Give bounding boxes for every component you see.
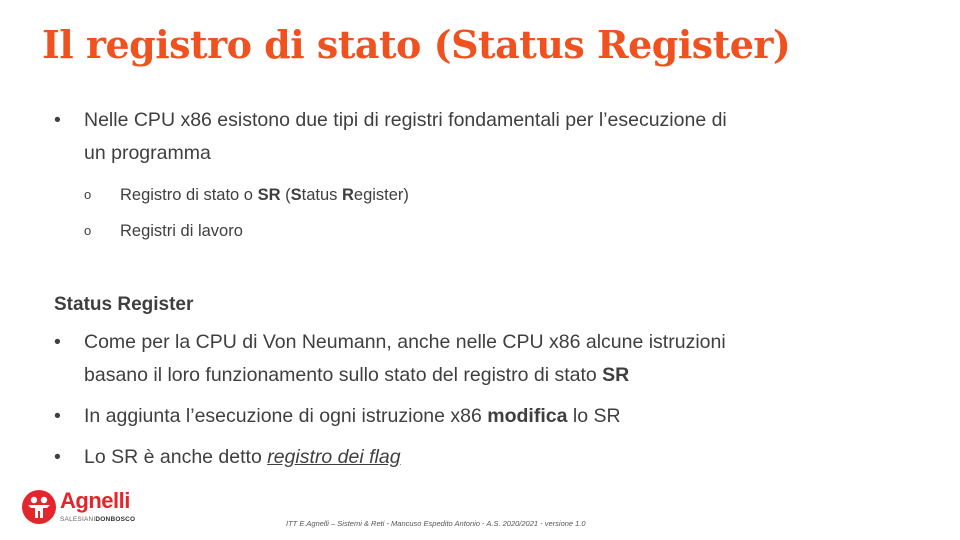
slide-title: Il registro di stato (Status Register): [42, 22, 791, 67]
flag-register-link[interactable]: registro dei flag: [267, 446, 400, 468]
sub-bullet-status-register: Registro di stato o SR (Status Register): [54, 184, 914, 206]
logo-name: Agnelli: [60, 488, 130, 513]
bullet-flag-register: Lo SR è anche detto registro dei flag: [54, 441, 914, 474]
section-heading: Status Register: [54, 294, 194, 315]
bullet-von-neumann: Come per la CPU di Von Neumann, anche ne…: [54, 326, 914, 392]
footer-credits: ITT E.Agnelli – Sistemi & Reti - Mancuso…: [286, 519, 586, 528]
salesian-figures-icon: [22, 490, 56, 524]
agnelli-logo: Agnelli SALESIANIDONBOSCO: [22, 488, 142, 528]
bullet-text: Nelle CPU x86 esistono due tipi di regis…: [84, 109, 727, 131]
bullet-intro: Nelle CPU x86 esistono due tipi di regis…: [54, 104, 914, 170]
logo-subtitle: SALESIANIDONBOSCO: [60, 516, 136, 523]
sub-bullet-work-registers: Registri di lavoro: [54, 220, 914, 242]
bullet-modifica: In aggiunta l’esecuzione di ogni istruzi…: [54, 400, 914, 433]
bullet-text: un programma: [84, 142, 211, 164]
slide-body: Nelle CPU x86 esistono due tipi di regis…: [54, 104, 914, 474]
